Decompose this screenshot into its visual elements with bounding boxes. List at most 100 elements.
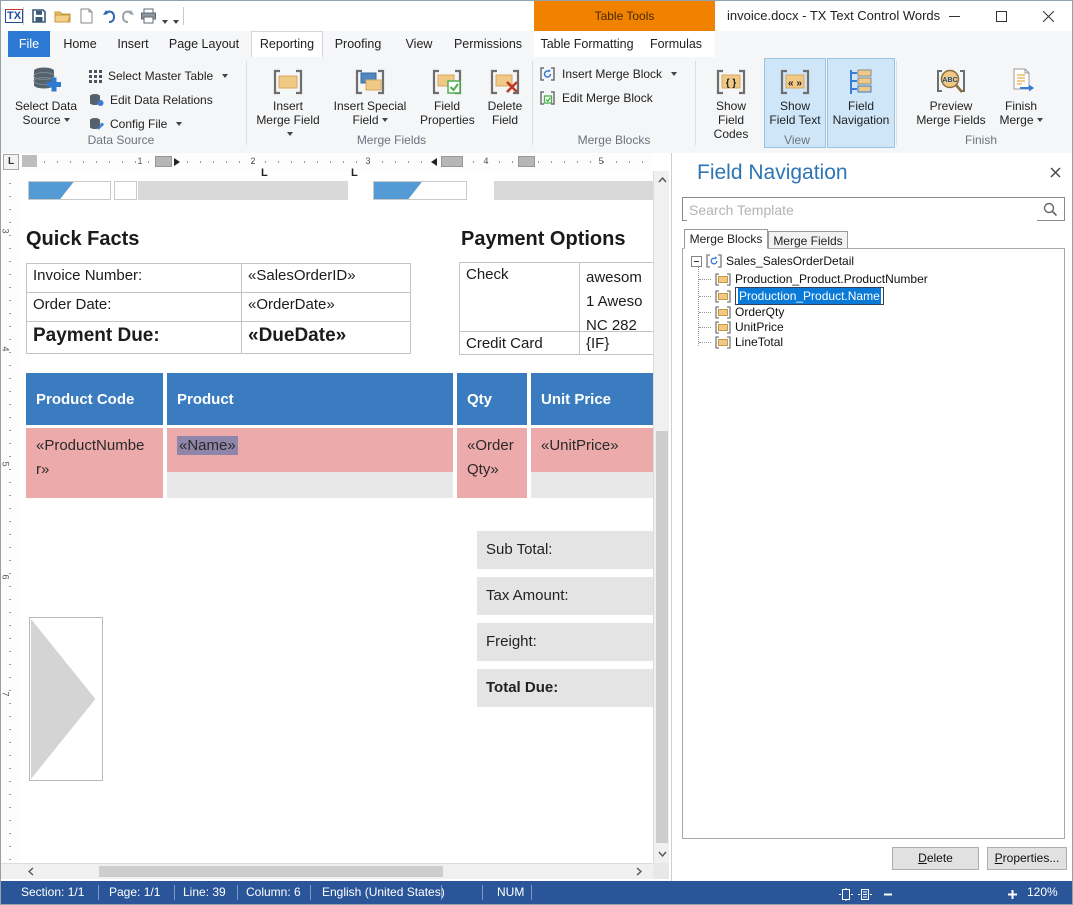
- tree-item-root[interactable]: Sales_SalesOrderDetail: [691, 254, 854, 268]
- scroll-down-button[interactable]: [654, 847, 670, 861]
- ruler-number: 6: [0, 574, 11, 580]
- tree-connector: [699, 295, 711, 297]
- new-document-button[interactable]: [75, 5, 97, 27]
- order-date-field[interactable]: «OrderDate»: [241, 293, 410, 321]
- scroll-up-button[interactable]: [654, 173, 670, 187]
- vertical-scrollbar[interactable]: [653, 171, 669, 863]
- tab-table-formatting[interactable]: Table Formatting: [539, 31, 635, 57]
- fit-width-button[interactable]: [858, 886, 872, 900]
- indent-marker[interactable]: [441, 156, 463, 167]
- ruler-number: 3: [0, 228, 11, 234]
- close-button[interactable]: [1033, 4, 1063, 28]
- database-edit-icon: [90, 94, 104, 106]
- config-file-button[interactable]: Config File: [89, 113, 183, 135]
- preview-merge-fields-icon: ABC: [937, 69, 965, 93]
- unit-price-field[interactable]: «UnitPrice»: [541, 434, 651, 458]
- tab-permissions[interactable]: Permissions: [449, 31, 527, 57]
- print-button[interactable]: [137, 5, 159, 27]
- properties-button[interactable]: Properties...: [987, 847, 1067, 870]
- minimize-button[interactable]: [939, 4, 969, 28]
- status-page[interactable]: Page: 1/1: [109, 881, 160, 904]
- ruler-number: 5: [598, 156, 604, 166]
- delete-button[interactable]: Delete: [892, 847, 979, 870]
- merge-field-icon: [715, 305, 731, 319]
- maximize-button[interactable]: [986, 4, 1016, 28]
- zoom-in-button[interactable]: [1007, 886, 1018, 900]
- tab-stop-marker[interactable]: L: [261, 168, 268, 179]
- insert-merge-block-button[interactable]: Insert Merge Block: [539, 63, 678, 85]
- zoom-out-button[interactable]: [883, 886, 893, 900]
- ruler-ticks: [19, 161, 653, 163]
- select-master-table-button[interactable]: Select Master Table: [89, 65, 229, 87]
- indent-marker[interactable]: [518, 156, 535, 167]
- tree-item-product-name[interactable]: Production_Product.Name: [699, 287, 884, 305]
- edit-data-relations-button[interactable]: Edit Data Relations: [89, 89, 213, 111]
- zoom-level[interactable]: 120%: [1027, 881, 1058, 904]
- status-column[interactable]: Column: 6: [246, 881, 301, 904]
- delete-field-icon: [490, 69, 520, 95]
- tree-item-line-total[interactable]: LineTotal: [699, 335, 783, 349]
- tab-selector-button[interactable]: L: [3, 154, 19, 170]
- tab-reporting[interactable]: Reporting: [251, 31, 323, 58]
- vertical-scroll-thumb[interactable]: [656, 431, 668, 843]
- tree-item-label: Production_Product.ProductNumber: [735, 272, 928, 286]
- undo-icon: [103, 10, 116, 23]
- tree-item-rename-input[interactable]: Production_Product.Name: [735, 287, 884, 305]
- qat-customize-arrow-icon[interactable]: [170, 13, 179, 31]
- tab-view[interactable]: View: [400, 31, 438, 57]
- tab-formulas[interactable]: Formulas: [647, 31, 705, 57]
- tab-insert[interactable]: Insert: [113, 31, 153, 57]
- sales-order-id-field[interactable]: «SalesOrderID»: [241, 264, 410, 292]
- print-dropdown-arrow-icon[interactable]: [159, 13, 168, 31]
- search-button[interactable]: [1037, 199, 1063, 219]
- tab-page-layout[interactable]: Page Layout: [164, 31, 244, 57]
- right-arrow-marker[interactable]: [174, 158, 180, 166]
- horizontal-scroll-thumb[interactable]: [99, 866, 443, 877]
- panel-close-button[interactable]: [1045, 162, 1065, 182]
- indent-marker[interactable]: [155, 156, 172, 167]
- tab-home[interactable]: Home: [59, 31, 101, 57]
- tree-connector: [699, 326, 711, 328]
- edit-merge-block-label: Edit Merge Block: [562, 91, 653, 105]
- search-input[interactable]: [687, 199, 1037, 221]
- tab-merge-blocks[interactable]: Merge Blocks: [684, 229, 768, 249]
- finish-merge-icon: [1013, 68, 1034, 92]
- chevron-down-icon: [657, 851, 667, 857]
- ribbon-tab-row: File Home Insert Page Layout Reporting P…: [1, 31, 1072, 58]
- save-button[interactable]: [28, 5, 50, 27]
- order-qty-field[interactable]: «OrderQty»: [467, 434, 521, 482]
- fit-page-button[interactable]: [839, 886, 853, 901]
- left-margin-marker[interactable]: [22, 155, 37, 167]
- tree-item-product-number[interactable]: Production_Product.ProductNumber: [699, 272, 928, 286]
- collapse-icon[interactable]: [691, 255, 702, 267]
- status-language[interactable]: English (United States): [322, 881, 445, 904]
- redo-button[interactable]: [117, 5, 139, 27]
- open-button[interactable]: [51, 5, 73, 27]
- product-number-field[interactable]: «ProductNumber»: [36, 434, 157, 482]
- due-date-field[interactable]: «DueDate»: [241, 322, 410, 353]
- left-arrow-marker[interactable]: [431, 158, 437, 166]
- maximize-icon: [995, 10, 1007, 22]
- app-logo-button[interactable]: TX: [3, 5, 25, 27]
- tab-stop-marker[interactable]: L: [351, 168, 358, 179]
- selected-merge-field[interactable]: «Name»: [177, 436, 238, 455]
- document-page[interactable]: Quick Facts Payment Options Invoice Numb…: [19, 171, 653, 863]
- edit-merge-block-button[interactable]: Edit Merge Block: [539, 87, 653, 109]
- tree-item-unit-price[interactable]: UnitPrice: [699, 320, 784, 334]
- tab-file[interactable]: File: [8, 31, 50, 57]
- scroll-right-button[interactable]: [631, 864, 647, 879]
- separator: [98, 885, 99, 900]
- scroll-left-button[interactable]: [23, 864, 39, 879]
- vertical-ruler[interactable]: 3 4 5 6 7: [1, 171, 20, 863]
- tab-proofing[interactable]: Proofing: [329, 31, 387, 57]
- status-section[interactable]: Section: 1/1: [21, 881, 84, 904]
- close-icon: [1050, 167, 1060, 177]
- separator: [174, 885, 175, 900]
- tree-item-order-qty[interactable]: OrderQty: [699, 305, 784, 319]
- horizontal-scrollbar[interactable]: [1, 863, 653, 879]
- horizontal-ruler[interactable]: 1 2 3 4 5: [19, 153, 653, 172]
- field-properties-icon: [432, 69, 462, 95]
- if-field[interactable]: {IF}: [579, 332, 653, 354]
- status-line[interactable]: Line: 39: [183, 881, 226, 904]
- product-name-field[interactable]: «Name»: [177, 434, 447, 458]
